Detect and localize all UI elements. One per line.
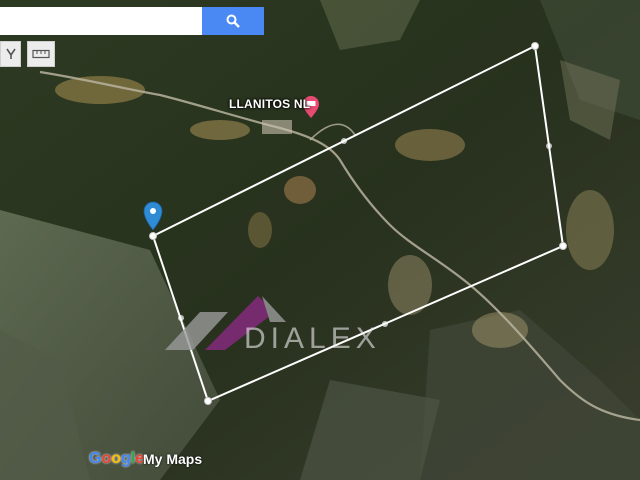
polygon-vertex xyxy=(559,242,567,250)
polygon-midpoint xyxy=(341,138,347,144)
polygon-midpoint xyxy=(546,143,552,149)
selection-tool-button[interactable] xyxy=(0,41,21,67)
measure-distance-button[interactable] xyxy=(27,41,55,67)
place-label: LLANITOS NL xyxy=(229,97,311,111)
search-icon xyxy=(226,14,240,28)
google-logo: Google xyxy=(89,450,145,467)
selection-tool-icon xyxy=(5,48,16,59)
polygon-vertex xyxy=(204,397,212,405)
polygon-midpoint xyxy=(178,315,184,321)
ruler-icon xyxy=(32,49,50,59)
polygon-midpoint xyxy=(382,321,388,327)
search-button[interactable] xyxy=(202,7,264,35)
polygon-vertex xyxy=(531,42,539,50)
satellite-map[interactable] xyxy=(0,0,640,480)
watermark-text: DIALEX xyxy=(244,322,381,355)
search-input[interactable] xyxy=(0,7,202,35)
polygon-vertex xyxy=(149,232,157,240)
my-maps-label: My Maps xyxy=(143,451,203,467)
